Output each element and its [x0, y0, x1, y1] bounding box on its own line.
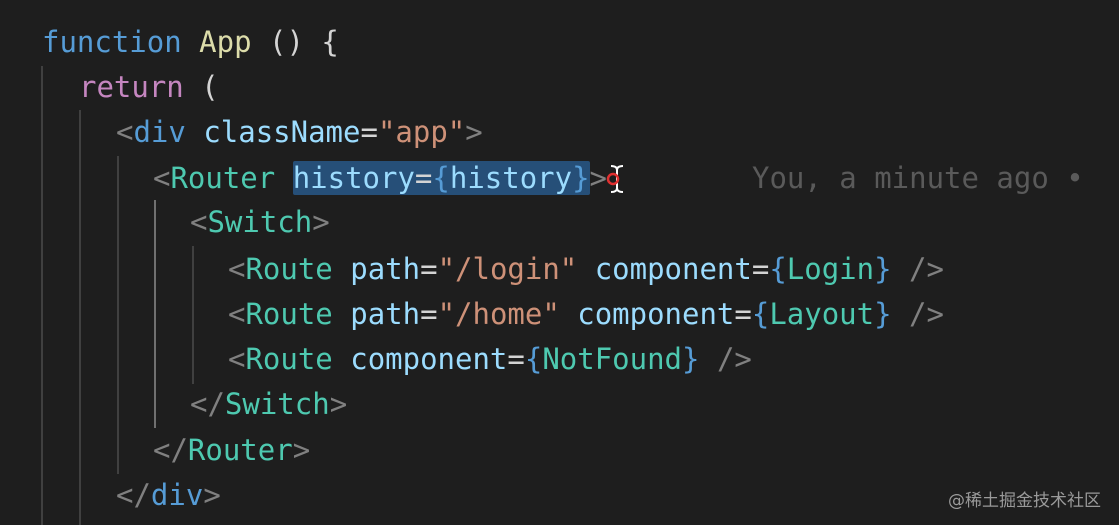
code-line-11[interactable]: </div>: [116, 475, 221, 515]
expression-value: Layout: [769, 297, 875, 331]
tag-bracket: <: [116, 115, 134, 149]
tag-bracket: />: [891, 297, 944, 331]
expression-value: NotFound: [542, 342, 683, 376]
code-line-2[interactable]: return (: [79, 67, 219, 107]
code-line-6[interactable]: <Route path="/login" component={Login} /…: [228, 249, 944, 289]
indent-guide: [41, 66, 43, 525]
component-name: Router: [187, 433, 293, 467]
indent-guide: [117, 156, 119, 474]
tag-bracket: >: [589, 161, 608, 195]
code-line-1[interactable]: function App () {: [42, 22, 339, 62]
tag-bracket: >: [292, 433, 311, 467]
attribute-name: path: [350, 297, 421, 331]
component-name: Switch: [207, 205, 313, 239]
code-editor[interactable]: function App () { return ( <div classNam…: [0, 0, 1119, 525]
code-line-9[interactable]: </Switch>: [190, 384, 347, 424]
tag-bracket: <: [190, 205, 208, 239]
brace: {: [751, 297, 770, 331]
tag-bracket: <: [153, 161, 171, 195]
brace: }: [682, 342, 700, 376]
tag-bracket: </: [153, 433, 188, 467]
component-name: Route: [245, 342, 333, 376]
equals-sign: =: [414, 161, 433, 195]
equals-sign: =: [360, 115, 378, 149]
attribute-name: className: [203, 115, 361, 149]
tag-name: div: [133, 115, 186, 149]
equals-sign: =: [507, 342, 525, 376]
git-blame-annotation: You, a minute ago •: [752, 161, 1084, 195]
equals-sign: =: [420, 252, 438, 286]
tag-bracket: >: [203, 478, 221, 512]
component-name: Router: [170, 161, 276, 195]
brace: }: [874, 297, 892, 331]
code-line-3[interactable]: <div className="app">: [116, 112, 483, 152]
attribute-name: path: [350, 252, 421, 286]
indent-guide: [79, 110, 81, 525]
code-text: () {: [251, 25, 339, 59]
code-line-5[interactable]: <Switch>: [190, 202, 330, 242]
brace: }: [572, 161, 590, 195]
tag-name: div: [150, 478, 204, 512]
tag-bracket: >: [312, 205, 330, 239]
function-name: App: [199, 25, 252, 59]
component-name: Route: [245, 252, 333, 286]
code-line-7[interactable]: <Route path="/home" component={Layout} /…: [228, 294, 944, 334]
attribute-string: "/home": [437, 297, 560, 331]
attribute-string: "app": [377, 115, 466, 149]
attribute-name: history: [292, 161, 415, 195]
text-cursor-icon: [606, 165, 624, 193]
attribute-name: component: [577, 297, 735, 331]
tag-bracket: >: [329, 387, 348, 421]
code-line-4[interactable]: <Router history={history}>: [153, 158, 607, 198]
equals-sign: =: [420, 297, 438, 331]
code-text: (: [183, 70, 219, 104]
tag-bracket: <: [228, 297, 246, 331]
code-line-10[interactable]: </Router>: [153, 430, 310, 470]
brace: }: [874, 252, 892, 286]
tag-bracket: >: [465, 115, 483, 149]
tag-bracket: />: [699, 342, 752, 376]
attribute-name: component: [350, 342, 508, 376]
equals-sign: =: [751, 252, 770, 286]
component-name: Switch: [224, 387, 330, 421]
component-name: Route: [245, 297, 333, 331]
brace: {: [432, 161, 450, 195]
tag-bracket: <: [228, 342, 246, 376]
tag-bracket: </: [190, 387, 225, 421]
tag-bracket: </: [116, 478, 151, 512]
equals-sign: =: [734, 297, 752, 331]
keyword: function: [42, 25, 182, 59]
attribute-string: "/login": [437, 252, 578, 286]
attribute-name: component: [594, 252, 752, 286]
expression-value: Login: [786, 252, 875, 286]
watermark: @稀土掘金技术社区: [948, 491, 1101, 511]
indent-guide-active: [154, 200, 156, 428]
brace: {: [769, 252, 787, 286]
code-line-8[interactable]: <Route component={NotFound} />: [228, 339, 752, 379]
expression-value: history: [449, 161, 573, 195]
tag-bracket: <: [228, 252, 246, 286]
brace: {: [524, 342, 543, 376]
text-selection[interactable]: history={history}: [292, 161, 590, 195]
keyword: return: [79, 70, 184, 104]
indent-guide: [192, 246, 194, 384]
tag-bracket: />: [891, 252, 944, 286]
